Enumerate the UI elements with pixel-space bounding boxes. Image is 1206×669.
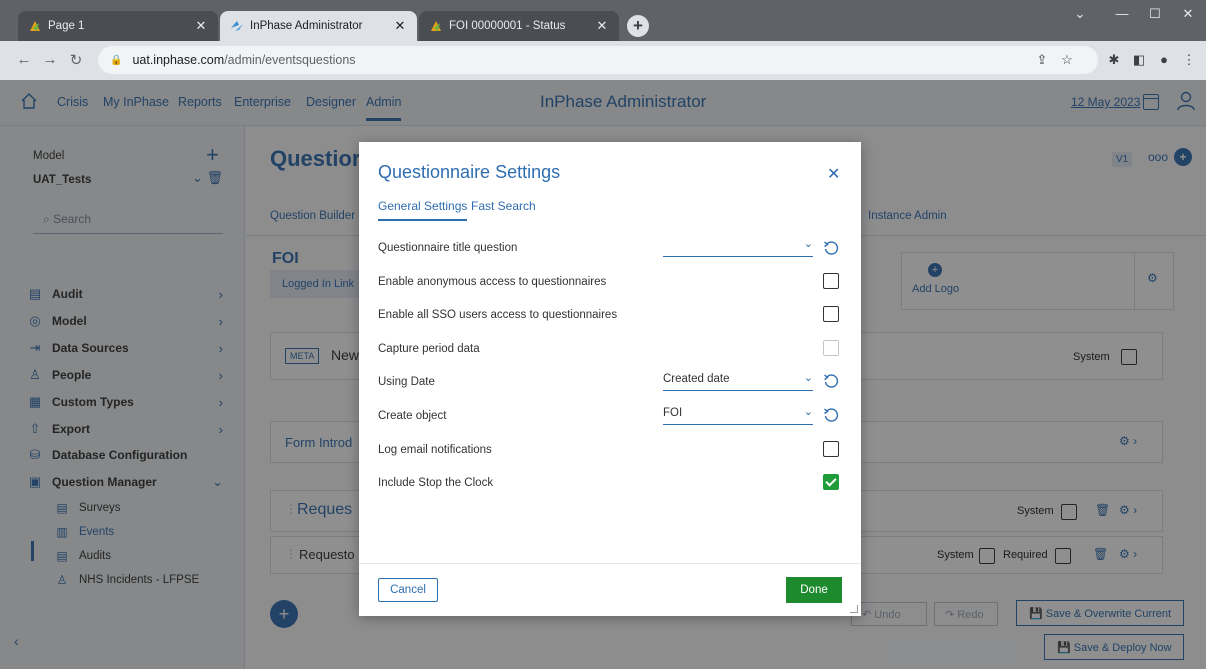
inphase-favicon-icon [30, 21, 40, 31]
create-object-select[interactable]: FOI ⌄ [663, 406, 813, 425]
setting-label: Log email notifications [378, 444, 492, 456]
menu-icon[interactable]: ⋮ [1180, 52, 1198, 68]
reset-icon[interactable] [823, 240, 839, 256]
close-window-icon[interactable]: ✕ [1173, 6, 1203, 22]
select-value: FOI [663, 407, 683, 419]
done-button[interactable]: Done [786, 577, 842, 603]
url-host: uat.inphase.com [132, 53, 225, 67]
reset-icon[interactable] [823, 373, 839, 389]
questionnaire-title-select[interactable]: ⌄ [663, 238, 813, 257]
tab-title: InPhase Administrator [250, 20, 363, 32]
browser-tab-foi-status[interactable]: FOI 00000001 - Status ✕ [419, 11, 619, 41]
tab-title: FOI 00000001 - Status [449, 20, 566, 32]
cancel-button[interactable]: Cancel [378, 578, 438, 602]
setting-label: Using Date [378, 376, 435, 388]
reset-icon[interactable] [823, 407, 839, 423]
setting-label: Capture period data [378, 343, 480, 355]
chevron-down-icon: ⌄ [803, 372, 813, 384]
maximize-icon[interactable]: ☐ [1140, 6, 1170, 22]
browser-tab-page1[interactable]: Page 1 ✕ [18, 11, 218, 41]
forward-icon[interactable]: → [40, 51, 60, 68]
setting-label: Enable all SSO users access to questionn… [378, 309, 618, 321]
tab-search-icon[interactable]: ⌄ [1065, 6, 1095, 22]
close-tab-icon[interactable]: ✕ [595, 18, 609, 34]
url-path: /admin/eventsquestions [224, 53, 356, 67]
side-panel-icon[interactable]: ◧ [1130, 52, 1148, 68]
lock-icon: 🔒 [110, 54, 123, 66]
select-value: Created date [663, 373, 730, 385]
resize-handle-icon[interactable] [850, 605, 858, 613]
extensions-icon[interactable]: ✱ [1105, 52, 1123, 68]
chevron-down-icon: ⌄ [803, 238, 813, 250]
bookmark-star-icon[interactable]: ☆ [1058, 52, 1076, 68]
setting-label: Questionnaire title question [378, 242, 518, 254]
minimize-icon[interactable]: — [1107, 6, 1137, 21]
anonymous-access-checkbox[interactable] [823, 273, 839, 289]
dialog-title: Questionnaire Settings [378, 162, 561, 182]
tab-general-settings[interactable]: General Settings [378, 199, 468, 221]
stop-the-clock-checkbox[interactable] [823, 474, 839, 490]
chevron-down-icon: ⌄ [803, 406, 813, 418]
browser-toolbar: ← → ↻ 🔒 uat.inphase.com/admin/eventsques… [0, 41, 1206, 80]
close-tab-icon[interactable]: ✕ [194, 18, 208, 34]
setting-label: Create object [378, 410, 447, 422]
dialog-footer: Cancel Done [359, 563, 861, 616]
using-date-select[interactable]: Created date ⌄ [663, 372, 813, 391]
profile-icon[interactable]: ● [1155, 52, 1173, 67]
inphase-favicon-icon [431, 21, 441, 31]
browser-tab-inphase-admin[interactable]: InPhase Administrator ✕ [220, 11, 417, 41]
inphase-favicon-icon [231, 21, 243, 31]
sso-access-checkbox[interactable] [823, 306, 839, 322]
tab-fast-search[interactable]: Fast Search [471, 199, 536, 213]
reload-icon[interactable]: ↻ [66, 51, 86, 69]
close-tab-icon[interactable]: ✕ [393, 18, 407, 34]
browser-tab-bar: Page 1 ✕ InPhase Administrator ✕ FOI 000… [0, 0, 1206, 41]
questionnaire-settings-dialog: Questionnaire Settings ✕ General Setting… [359, 142, 861, 616]
close-icon[interactable]: ✕ [827, 164, 840, 184]
capture-period-checkbox[interactable] [823, 340, 839, 356]
setting-label: Include Stop the Clock [378, 477, 494, 489]
share-icon[interactable]: ⇪ [1033, 52, 1051, 68]
setting-label: Enable anonymous access to questionnaire… [378, 276, 607, 288]
tab-title: Page 1 [48, 20, 85, 32]
new-tab-button[interactable]: + [627, 15, 649, 37]
back-icon[interactable]: ← [14, 51, 34, 68]
log-email-checkbox[interactable] [823, 441, 839, 457]
address-bar[interactable]: 🔒 uat.inphase.com/admin/eventsquestions [98, 46, 1098, 74]
